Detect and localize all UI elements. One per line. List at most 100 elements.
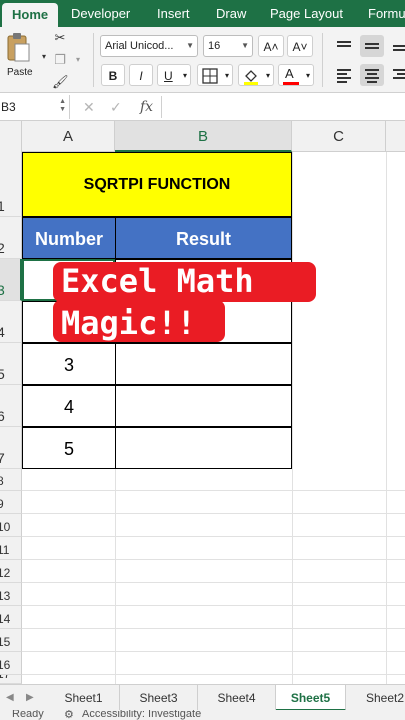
ribbon-tab-bar: Home Developer Insert Draw Page Layout F… [0, 0, 405, 27]
underline-label: U [164, 69, 173, 83]
sheet-tab-sheet2[interactable]: Sheet2 [346, 685, 405, 711]
cancel-icon[interactable]: ✕ [83, 96, 95, 118]
bold-button[interactable]: B [101, 64, 125, 86]
borders-button[interactable]: ▾ [197, 64, 233, 86]
align-center-button[interactable] [360, 64, 384, 86]
font-color-swatch [283, 82, 299, 85]
font-name-value: Arial Unicod... [105, 40, 174, 52]
sheet-prev-icon[interactable]: ◀ [6, 685, 14, 711]
status-accessibility[interactable]: Accessibility: Investigate [82, 710, 201, 720]
name-box-stepper-icon[interactable]: ▲ ▼ [59, 98, 66, 114]
row-header-3[interactable]: 3 [0, 259, 22, 301]
paste-button-label[interactable]: Paste [7, 67, 33, 78]
font-size-value: 16 [208, 40, 221, 52]
fill-color-button[interactable]: ▾ [238, 64, 274, 86]
row-header-4[interactable]: 4 [0, 301, 22, 343]
insert-function-icon[interactable]: fx [140, 96, 153, 118]
paste-dropdown-icon[interactable]: ▾ [36, 49, 52, 65]
column-header-b[interactable]: B [115, 121, 292, 152]
result-cell[interactable] [115, 385, 292, 427]
enter-icon[interactable]: ✓ [110, 96, 122, 118]
paint-bucket-icon [244, 70, 258, 85]
chevron-down-icon: ▼ [186, 41, 194, 50]
row-header-16[interactable]: 16 [0, 652, 22, 675]
tab-draw[interactable]: Draw [216, 0, 246, 27]
gridline [22, 674, 405, 675]
formula-divider [161, 96, 162, 118]
gridline [22, 559, 405, 560]
header-cell-result[interactable]: Result [115, 217, 292, 259]
copy-icon[interactable]: ❐ [52, 52, 68, 68]
tab-page-layout[interactable]: Page Layout [270, 0, 343, 27]
chevron-down-icon: ▾ [265, 71, 270, 80]
gridline [22, 490, 405, 491]
result-cell[interactable] [115, 343, 292, 385]
row-header-13[interactable]: 13 [0, 583, 22, 606]
row-header-14[interactable]: 14 [0, 606, 22, 629]
copy-dropdown-icon[interactable]: ▾ [70, 52, 86, 68]
tab-formulas[interactable]: Formu [368, 0, 405, 27]
gridline [22, 536, 405, 537]
gridline [22, 605, 405, 606]
row-header-2[interactable]: 2 [0, 217, 22, 259]
italic-button[interactable]: I [129, 64, 153, 86]
format-painter-icon[interactable]: 🖌 [52, 74, 69, 90]
gridline [22, 513, 405, 514]
row-header-9[interactable]: 9 [0, 491, 22, 514]
font-name-select[interactable]: Arial Unicod... ▼ [100, 35, 198, 57]
column-header-c[interactable]: C [292, 121, 386, 152]
row-header-11[interactable]: 11 [0, 537, 22, 560]
select-all-corner[interactable] [0, 121, 22, 152]
row-header-17[interactable]: 17 [0, 675, 22, 684]
underline-button[interactable]: U ▾ [157, 64, 191, 86]
row-header-15[interactable]: 15 [0, 629, 22, 652]
paste-icon[interactable] [6, 32, 30, 62]
align-bottom-button[interactable] [388, 35, 405, 57]
row-header-6[interactable]: 6 [0, 385, 22, 427]
row-header-8[interactable]: 8 [0, 469, 22, 491]
grow-font-button[interactable]: A˄ [258, 35, 284, 57]
sheet-tab-sheet5[interactable]: Sheet5 [276, 685, 346, 711]
row-header-12[interactable]: 12 [0, 560, 22, 583]
result-cell[interactable] [115, 427, 292, 469]
name-box[interactable]: B3 ▲ ▼ [0, 95, 70, 119]
ribbon-toolbar: Paste ▾ ✂ ❐ 🖌 ▾ Arial Unicod... ▼ 16 ▼ A… [0, 27, 405, 93]
sheet-next-icon[interactable]: ▶ [26, 685, 34, 711]
borders-icon [202, 68, 218, 84]
chevron-down-icon: ▼ [241, 41, 249, 50]
font-color-button[interactable]: A ▾ [278, 64, 314, 86]
align-middle-button[interactable] [360, 35, 384, 57]
align-right-button[interactable] [388, 64, 405, 86]
number-cell[interactable]: 3 [22, 343, 116, 385]
gridline [22, 582, 405, 583]
sheet-tab-sheet4[interactable]: Sheet4 [198, 685, 276, 711]
align-top-button[interactable] [332, 35, 356, 57]
row-header-7[interactable]: 7 [0, 427, 22, 469]
row-header-1[interactable]: 1 [0, 152, 22, 217]
accessibility-icon[interactable]: ⚙ [64, 710, 74, 720]
align-left-button[interactable] [332, 64, 356, 86]
column-header-row: A B C [0, 121, 405, 152]
header-cell-number[interactable]: Number [22, 217, 116, 259]
formula-bar: B3 ▲ ▼ ✕ ✓ fx [0, 93, 405, 121]
ribbon-separator [93, 33, 94, 87]
title-cell[interactable]: SQRTPI FUNCTION [22, 152, 292, 217]
tab-insert[interactable]: Insert [157, 0, 190, 27]
row-header-5[interactable]: 5 [0, 343, 22, 385]
sheet-tab-sheet1[interactable]: Sheet1 [48, 685, 120, 711]
gridline [22, 651, 405, 652]
tab-home[interactable]: Home [2, 3, 59, 27]
number-cell[interactable]: 5 [22, 427, 116, 469]
font-size-select[interactable]: 16 ▼ [203, 35, 253, 57]
row-header-10[interactable]: 10 [0, 514, 22, 537]
cut-icon[interactable]: ✂ [52, 30, 68, 46]
formula-input[interactable] [166, 96, 401, 118]
sheet-tab-sheet3[interactable]: Sheet3 [120, 685, 198, 711]
number-cell[interactable]: 4 [22, 385, 116, 427]
banner-line-1: Excel Math [61, 262, 254, 300]
tab-developer[interactable]: Developer [71, 0, 130, 27]
shrink-font-button[interactable]: A˅ [287, 35, 313, 57]
status-bar: Ready ⚙ Accessibility: Investigate [0, 710, 405, 720]
column-header-a[interactable]: A [22, 121, 115, 152]
banner-line-2: Magic!! [61, 304, 196, 342]
